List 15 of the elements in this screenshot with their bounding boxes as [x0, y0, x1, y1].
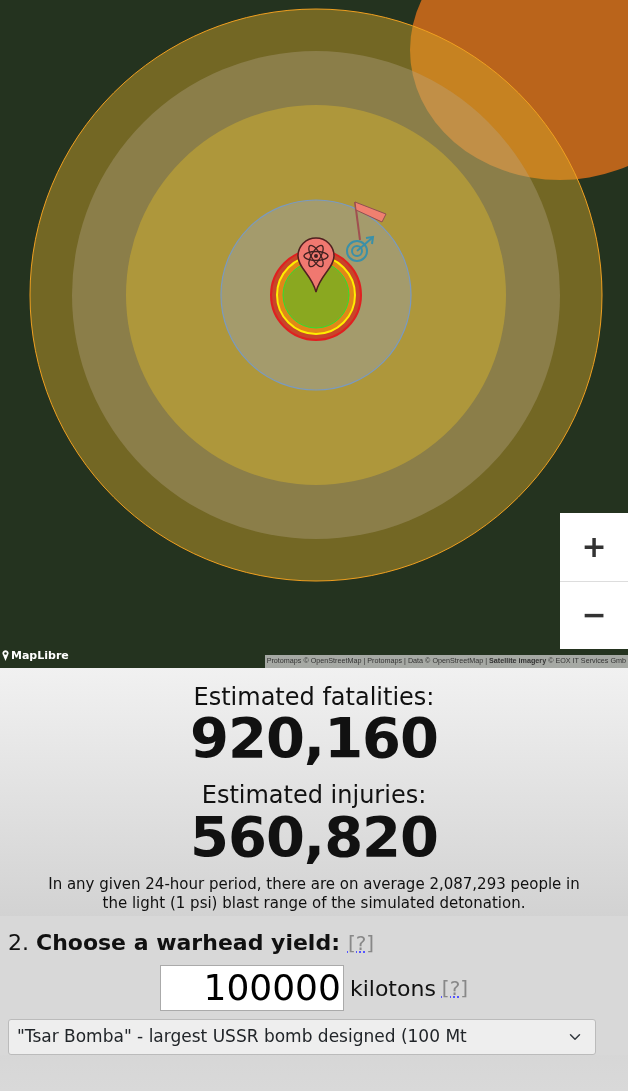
windsock-icon — [354, 201, 387, 241]
result-label: Estimated fatalities: — [192, 684, 436, 711]
result-label: Estimated injuries: — [200, 782, 428, 809]
result-value: 920,160 — [188, 710, 440, 767]
pin-icon — [2, 650, 9, 662]
zoom-out-button[interactable]: − — [560, 580, 628, 649]
preset-dropdown[interactable]: "Tsar Bomba" - largest USSR bomb designed (100 Mt — [8, 1019, 596, 1055]
target-icon — [346, 235, 375, 262]
result-value: 560,820 — [188, 808, 440, 865]
blast-range-note: In any given 24-hour period, there are on average 2,087,293 people in the light (1 psi) blast range of the simulated detonation. — [47, 874, 581, 913]
maplibre-logo[interactable]: MapLibre — [11, 647, 69, 664]
unit-label: kilotons — [349, 974, 436, 1003]
atom-marker-icon[interactable] — [297, 237, 335, 293]
yield-heading: 2. Choose a warhead yield: — [8, 929, 340, 958]
yield-input-field[interactable]: 100000 — [159, 965, 344, 1012]
